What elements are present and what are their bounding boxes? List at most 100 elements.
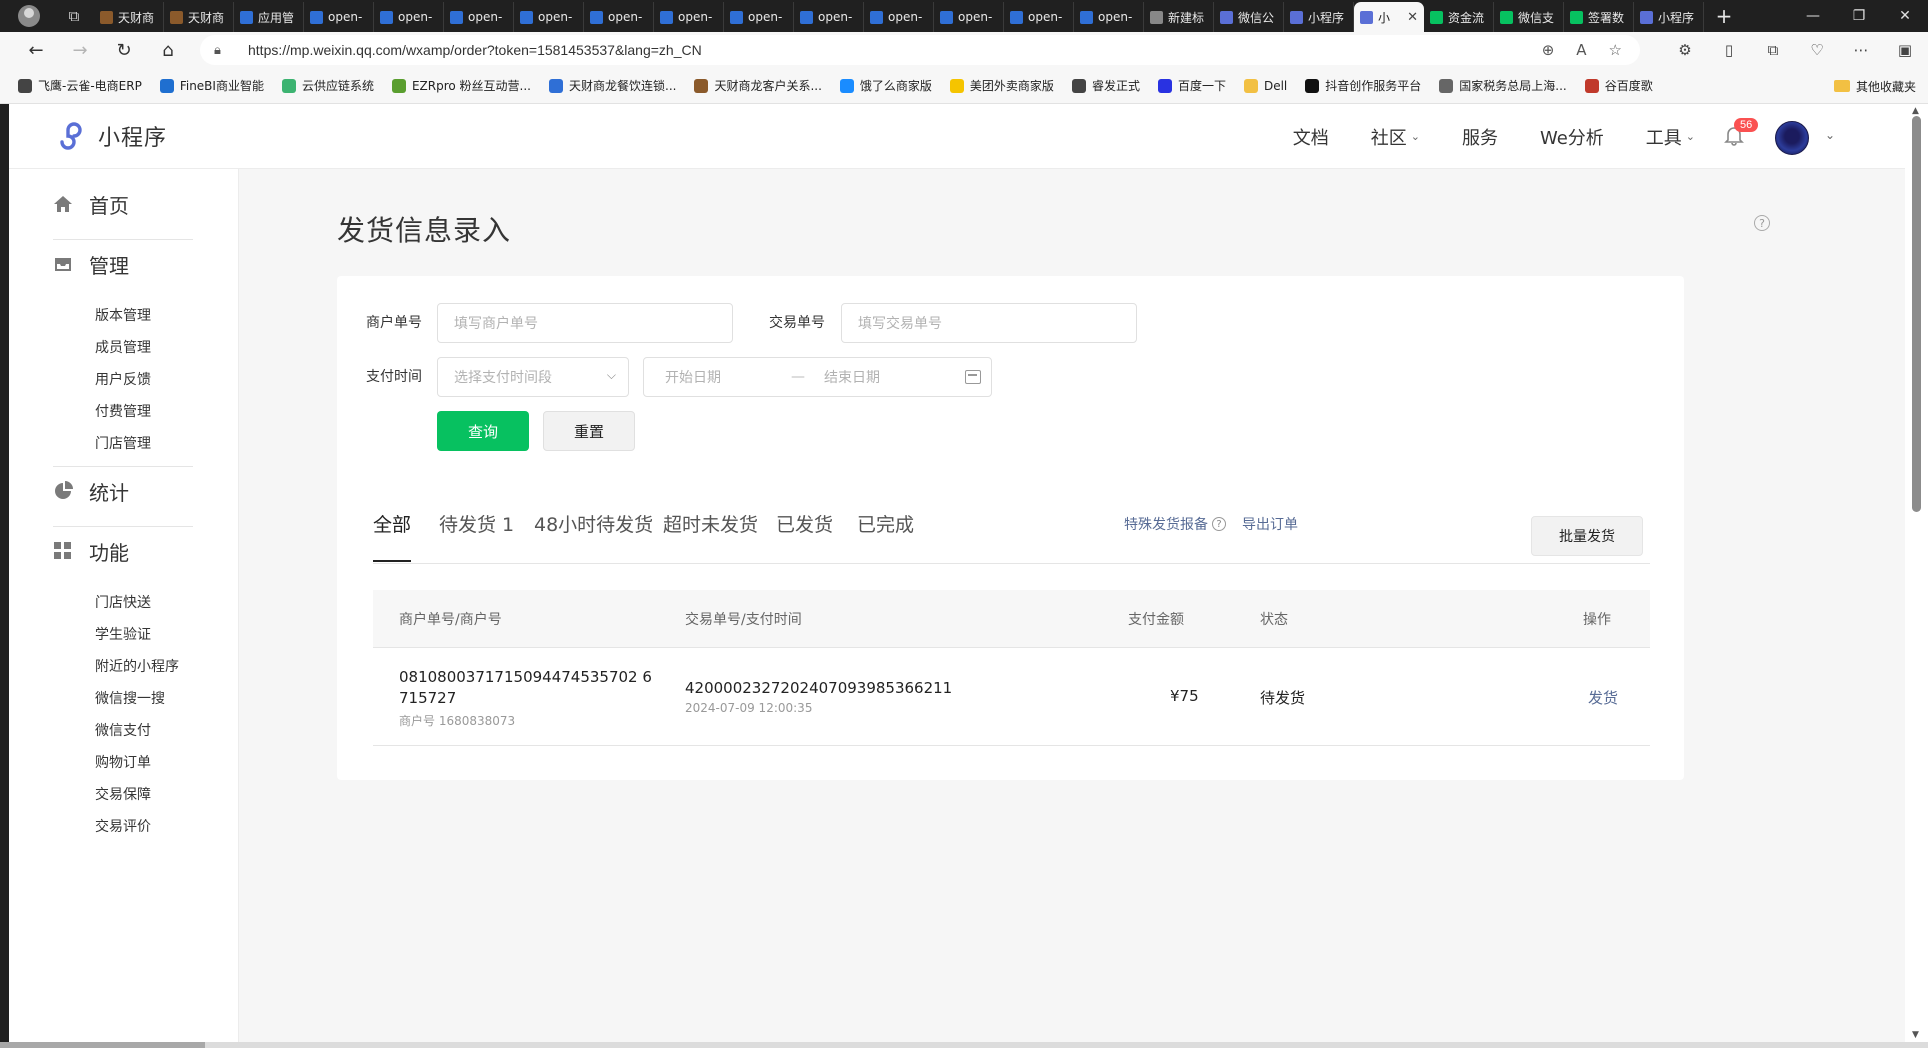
nav-item[interactable]: 工具 ⌄ [1646, 124, 1695, 150]
tab-48h-pending[interactable]: 48小时待发货 [534, 510, 653, 562]
browser-tab[interactable]: 资金流 [1424, 2, 1494, 32]
query-button[interactable]: 查询 [437, 411, 529, 451]
notification-bell-icon[interactable]: 56 [1723, 118, 1759, 146]
favorite-star-icon[interactable]: ☆ [1609, 41, 1622, 59]
browser-tab[interactable]: open- [514, 2, 584, 32]
scroll-up-icon[interactable]: ▲ [1912, 106, 1919, 116]
bookmark-item[interactable]: 谷百度歌 [1584, 77, 1653, 94]
browser-tab[interactable]: 天财商 [94, 2, 164, 32]
browser-tab-active[interactable]: 小 ✕ [1354, 2, 1424, 32]
bookmark-item[interactable]: Dell [1243, 78, 1287, 93]
tab-pending-shipment[interactable]: 待发货 1 [439, 510, 514, 562]
bookmark-item[interactable]: 国家税务总局上海... [1439, 77, 1567, 94]
bookmark-item[interactable]: 抖音创作服务平台 [1305, 77, 1421, 94]
sidebar-subitem[interactable]: 成员管理 [9, 331, 239, 363]
special-report-link[interactable]: 特殊发货报备 ? [1124, 514, 1226, 534]
browser-tab[interactable]: open- [934, 2, 1004, 32]
nav-item[interactable]: 社区 ⌄ [1371, 124, 1420, 150]
browser-tab[interactable]: open- [304, 2, 374, 32]
collections-icon[interactable]: ⧉ [1758, 41, 1788, 59]
restore-icon[interactable]: ❐ [1836, 0, 1882, 32]
trade-no-input[interactable]: 填写交易单号 [841, 303, 1137, 343]
home-icon[interactable]: ⌂ [146, 32, 190, 68]
browser-tab[interactable]: 新建标 [1144, 2, 1214, 32]
browser-tab[interactable]: 小程序 [1634, 2, 1704, 32]
sidebar-item-features[interactable]: 功能 [9, 516, 239, 586]
bookmark-item[interactable]: 云供应链系统 [281, 77, 374, 94]
nav-item[interactable]: 服务 [1462, 124, 1498, 150]
browser-tab[interactable]: 应用管 [234, 2, 304, 32]
read-aloud-icon[interactable]: A [1576, 41, 1586, 59]
profile-avatar-icon[interactable] [14, 1, 44, 31]
sidebar-subitem[interactable]: 微信支付 [9, 714, 239, 746]
question-icon[interactable]: ? [1212, 517, 1226, 531]
tab-completed[interactable]: 已完成 [857, 510, 914, 562]
browser-tab[interactable]: open- [374, 2, 444, 32]
close-window-icon[interactable]: ✕ [1882, 0, 1928, 32]
browser-tab[interactable]: 天财商 [164, 2, 234, 32]
sidebar-subitem[interactable]: 门店快送 [9, 586, 239, 618]
nav-item[interactable]: We分析 [1540, 124, 1604, 150]
tab-overdue[interactable]: 超时未发货 [663, 510, 758, 562]
bookmark-item[interactable]: EZRpro 粉丝互动营... [391, 77, 531, 94]
sidebar-subitem[interactable]: 交易评价 [9, 810, 239, 842]
tab-actions-icon[interactable]: ⧉ [54, 1, 94, 31]
browser-tab[interactable]: open- [864, 2, 934, 32]
bookmark-item[interactable]: FineBI商业智能 [159, 77, 264, 94]
bookmarks-overflow-icon[interactable]: › [1472, 68, 1478, 104]
nav-item[interactable]: 文档 [1293, 124, 1329, 150]
browser-tab[interactable]: open- [1004, 2, 1074, 32]
batch-ship-button[interactable]: 批量发货 [1531, 516, 1643, 556]
sidebar-subitem[interactable]: 门店管理 [9, 427, 239, 459]
sidebar-toggle-icon[interactable]: ▣ [1890, 41, 1920, 59]
browser-tab[interactable]: 签署数 [1564, 2, 1634, 32]
scrollbar-thumb[interactable] [1912, 116, 1921, 512]
lock-icon[interactable]: 🔒︎ [214, 43, 230, 58]
scroll-down-icon[interactable]: ▼ [1912, 1030, 1919, 1040]
bookmark-item[interactable]: 天财商龙餐饮连锁... [549, 77, 676, 94]
ship-link[interactable]: 发货 [1588, 687, 1618, 708]
sidebar-subitem[interactable]: 附近的小程序 [9, 650, 239, 682]
chevron-down-icon[interactable]: ⌄ [1825, 128, 1835, 142]
extensions-icon[interactable]: ⚙ [1670, 41, 1700, 59]
pay-time-select[interactable]: 选择支付时间段 ⌵ [437, 357, 629, 397]
bookmark-item[interactable]: 饿了么商家版 [839, 77, 932, 94]
sidebar-item-manage[interactable]: 管理 [9, 229, 239, 299]
close-tab-icon[interactable]: ✕ [1407, 10, 1418, 25]
browser-tab[interactable]: open- [654, 2, 724, 32]
sidebar-subitem[interactable]: 购物订单 [9, 746, 239, 778]
sidebar-subitem[interactable]: 交易保障 [9, 778, 239, 810]
sidebar-subitem[interactable]: 微信搜一搜 [9, 682, 239, 714]
user-avatar[interactable] [1775, 121, 1809, 155]
tab-all[interactable]: 全部 [373, 510, 412, 562]
reset-button[interactable]: 重置 [543, 411, 635, 451]
horizontal-scrollbar[interactable] [0, 1042, 1928, 1048]
bookmark-item[interactable]: 飞鹰-云雀-电商ERP [18, 77, 142, 94]
sidebar-subitem[interactable]: 版本管理 [9, 299, 239, 331]
browser-tab[interactable]: 微信支 [1494, 2, 1564, 32]
bookmark-item[interactable]: 百度一下 [1157, 77, 1226, 94]
bookmark-item[interactable]: 天财商龙客户关系... [694, 77, 822, 94]
sidebar-subitem[interactable]: 学生验证 [9, 618, 239, 650]
minimize-icon[interactable]: — [1790, 0, 1836, 32]
browser-tab[interactable]: open- [584, 2, 654, 32]
other-bookmarks[interactable]: 其他收藏夹 [1833, 68, 1916, 104]
mini-program-logo[interactable]: 小程序 [54, 120, 167, 152]
browser-tab[interactable]: open- [444, 2, 514, 32]
bookmark-item[interactable]: 睿发正式 [1071, 77, 1140, 94]
split-screen-icon[interactable]: ▯ [1714, 41, 1744, 59]
new-tab-button[interactable]: + [1704, 1, 1744, 31]
date-range-picker[interactable]: 开始日期 — 结束日期 [643, 357, 992, 397]
start-date-input[interactable]: 开始日期 [665, 367, 721, 387]
vertical-scrollbar[interactable]: ▲ ▼ [1905, 104, 1928, 1042]
zoom-icon[interactable]: ⊕ [1542, 41, 1555, 59]
back-icon[interactable]: ← [14, 32, 58, 68]
refresh-icon[interactable]: ↻ [102, 32, 146, 68]
end-date-input[interactable]: 结束日期 [824, 367, 880, 387]
browser-tab[interactable]: 小程序 [1284, 2, 1354, 32]
browser-tab[interactable]: open- [794, 2, 864, 32]
sidebar-subitem[interactable]: 付费管理 [9, 395, 239, 427]
more-menu-icon[interactable]: ⋯ [1846, 41, 1876, 59]
url-field[interactable]: 🔒︎ https://mp.weixin.qq.com/wxamp/order?… [200, 35, 1640, 65]
bookmark-item[interactable]: 美团外卖商家版 [949, 77, 1054, 94]
